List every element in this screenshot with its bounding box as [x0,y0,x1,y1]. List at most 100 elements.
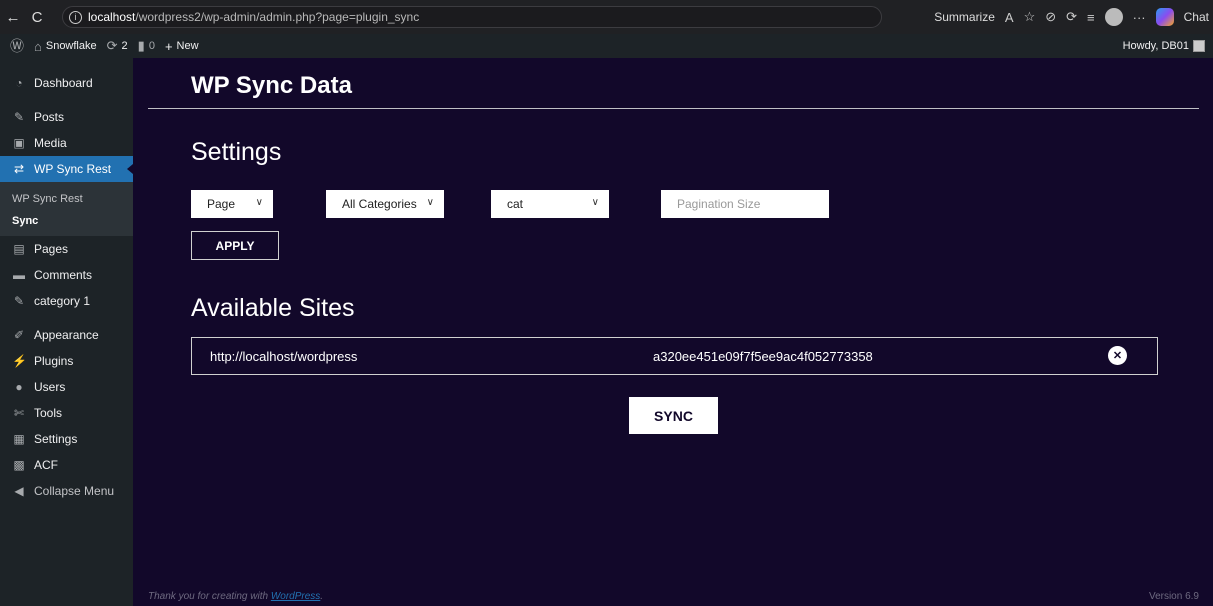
my-account-link[interactable]: Howdy, DB01 [1123,34,1205,58]
main-content: WP Sync Data Settings Page ∨ All Categor… [133,58,1213,606]
sidebar-item-tools[interactable]: ✄ Tools [0,400,133,426]
comments-count: 0 [148,40,155,52]
read-aloud-icon[interactable]: A [1005,10,1014,25]
block-icon[interactable]: ⊘ [1045,9,1056,25]
category-select[interactable]: All Categories ∨ [326,190,444,218]
sidebar-item-label: category 1 [34,294,91,308]
wrench-icon: ✄ [13,406,25,420]
summarize-button[interactable]: Summarize [934,10,995,24]
sidebar-item-appearance[interactable]: ✐ Appearance [0,322,133,348]
wp-admin-bar: Ⓦ ⌂ Snowflake ⟳ 2 ▮ 0 + New Howdy, DB01 [0,34,1213,58]
new-content-link[interactable]: + New [165,39,199,54]
pagination-size-input[interactable]: Pagination Size [661,190,829,218]
back-arrow-icon[interactable]: ← [2,6,24,28]
copilot-icon[interactable] [1155,8,1174,26]
sidebar-item-label: Media [34,136,67,150]
sidebar-item-plugins[interactable]: ⚡ Plugins [0,348,133,374]
browser-toolbar: ← C i localhost/wordpress2/wp-admin/admi… [0,0,1213,34]
reload-icon[interactable]: C [26,6,48,28]
sidebar-item-acf[interactable]: ▩ ACF [0,452,133,478]
url-host: localhost [88,10,136,24]
sidebar-item-settings[interactable]: ▦ Settings [0,426,133,452]
site-key: a320ee451e09f7f5ee9ac4f052773358 [653,349,873,364]
wordpress-link[interactable]: WordPress [271,591,320,602]
settings-icon: ▦ [13,432,25,446]
comment-icon: ▬ [13,268,25,282]
wp-sync-rest-submenu: WP Sync Rest Sync [0,182,133,236]
sidebar-item-label: Dashboard [34,76,93,90]
sidebar-item-collapse-menu[interactable]: ◀ Collapse Menu [0,478,133,504]
address-bar[interactable]: i localhost/wordpress2/wp-admin/admin.ph… [62,6,882,28]
apply-button[interactable]: APPLY [191,231,279,260]
pin-icon: ✎ [13,110,25,124]
howdy-text: Howdy, DB01 [1122,40,1189,52]
sidebar-item-label: Appearance [34,328,99,342]
sidebar-item-label: Settings [34,432,78,446]
sidebar-item-label: Plugins [34,354,74,368]
extensions-icon[interactable]: ⟳ [1066,9,1077,25]
user-avatar [1193,40,1205,52]
user-icon: ● [15,380,23,394]
pin-icon: ✎ [13,294,25,308]
sidebar-item-label: Users [34,380,66,394]
sidebar-item-category-1[interactable]: ✎ category 1 [0,288,133,314]
acf-icon: ▩ [13,458,25,472]
info-icon[interactable]: i [69,10,82,24]
sidebar-item-label: Comments [34,268,93,282]
page-title: WP Sync Data [191,72,352,99]
sidebar-item-posts[interactable]: ✎ Posts [0,104,133,130]
url-path: /wordpress2/wp-admin/admin.php?page=plug… [135,10,420,24]
wordpress-logo-icon[interactable]: Ⓦ [10,36,24,56]
collapse-icon: ◀ [14,484,24,498]
chat-button[interactable]: Chat [1184,10,1209,24]
home-icon: ⌂ [34,38,42,54]
sidebar-item-label: WP Sync Rest [34,162,112,176]
sidebar-item-media[interactable]: ▣ Media [0,130,133,156]
taxonomy-select[interactable]: cat ∨ [491,190,609,218]
post-type-select[interactable]: Page ∨ [191,190,273,218]
footer-thanks: Thank you for creating with WordPress. [148,591,323,602]
sidebar-item-users[interactable]: ● Users [0,374,133,400]
sidebar-item-wp-sync-rest[interactable]: ⇄ WP Sync Rest [0,156,133,182]
category-value: All Categories [342,197,417,211]
browser-actions: Summarize A ☆ ⊘ ⟳ ≡ ··· Chat [934,5,1209,29]
site-name-link[interactable]: ⌂ Snowflake [34,39,97,54]
more-menu-icon[interactable]: ··· [1133,10,1146,25]
updates-icon: ⟳ [106,38,118,53]
sidebar-item-dashboard[interactable]: ◔ Dashboard [0,70,133,96]
available-sites-heading: Available Sites [191,294,355,322]
site-row: http://localhost/wordpress a320ee451e09f… [191,337,1158,375]
submenu-item-wp-sync-rest[interactable]: WP Sync Rest [0,188,133,210]
comments-link[interactable]: ▮ 0 [138,38,155,54]
sidebar-item-label: Posts [34,110,65,124]
sidebar-item-label: ACF [34,458,58,472]
settings-heading: Settings [191,138,282,166]
plus-icon: + [164,38,173,54]
comment-bubble-icon: ▮ [137,38,145,53]
brush-icon: ✐ [13,328,25,342]
page-icon: ▤ [13,242,25,256]
updates-link[interactable]: ⟳ 2 [107,38,128,54]
chevron-down-icon: ∨ [591,197,599,208]
site-name: Snowflake [45,40,97,52]
chevron-down-icon: ∨ [255,197,263,208]
post-type-value: Page [207,197,236,211]
site-url: http://localhost/wordpress [210,349,358,364]
plugin-icon: ⚡ [12,354,27,368]
profile-avatar[interactable] [1104,8,1123,26]
sidebar-item-pages[interactable]: ▤ Pages [0,236,133,262]
sidebar-item-comments[interactable]: ▬ Comments [0,262,133,288]
remove-site-icon[interactable]: ✕ [1108,346,1127,365]
footer-thanks-text: Thank you for creating with [148,591,271,602]
media-icon: ▣ [13,136,25,150]
sidebar-item-label: Collapse Menu [34,484,115,498]
favorites-list-icon[interactable]: ≡ [1087,10,1095,25]
footer-version: Version 6.9 [1148,591,1199,602]
submenu-item-sync[interactable]: Sync [0,210,133,232]
title-divider [148,108,1199,109]
favorite-star-icon[interactable]: ☆ [1024,9,1036,25]
chevron-down-icon: ∨ [426,197,434,208]
sync-button[interactable]: SYNC [629,397,718,434]
sidebar-item-label: Pages [34,242,69,256]
sync-icon: ⇄ [13,162,25,176]
